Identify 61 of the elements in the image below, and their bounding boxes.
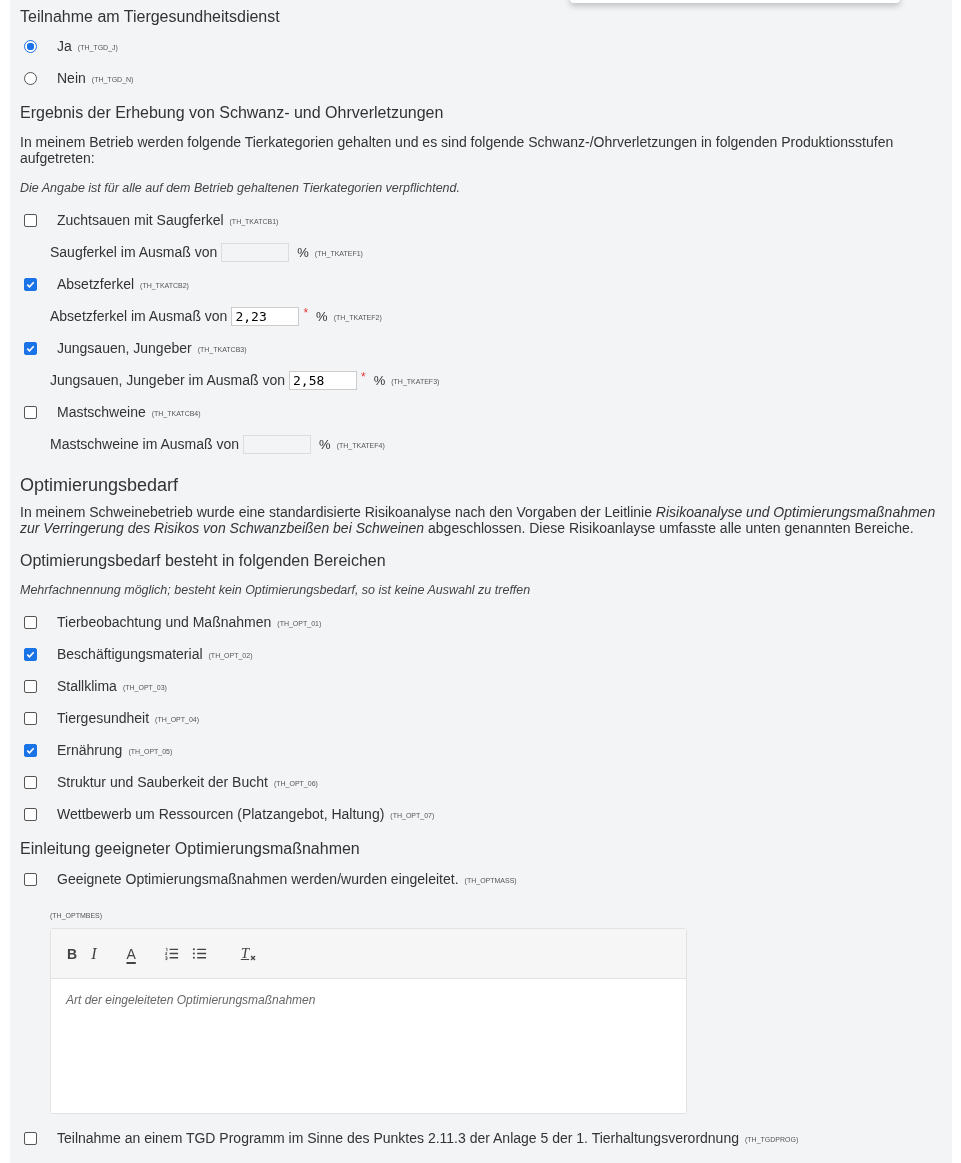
- category-label: Zuchtsauen mit Saugferkel: [57, 212, 224, 228]
- unit-label: %: [373, 372, 386, 388]
- intro-text: In meinem Betrieb werden folgende Tierkategorien gehalten und es sind folgende Schwanz-/Ohrverletzungen in folgenden Produktionsstufen aufgetreten:: [20, 134, 895, 166]
- analysis-text: In meinem Schweinebetrieb wurde eine standardisierte Risikoanalyse nach den Vorgaben der Leitlinie Risikoanalyse und Optimierungsmaßnahmen zur Verringerung des Risikos von Schwanzbeißen bei Schweinen abgeschlossen. Diese Risikoanlayse umfasste alle unten genannten Bereiche.: [20, 504, 937, 536]
- percent-input[interactable]: [243, 434, 312, 454]
- section-heading: Optimierungsbedarf besteht in folgenden Bereichen: [20, 551, 387, 571]
- checkbox[interactable]: [24, 807, 37, 821]
- section-heading: Optimierungsbedarf: [20, 474, 180, 497]
- checkbox[interactable]: [24, 711, 37, 725]
- percent-input[interactable]: [221, 242, 290, 262]
- small-x-icon: [250, 955, 257, 961]
- section-heading: Teilnahme am Tiergesundheitsdienst: [20, 7, 281, 27]
- hint-text: Mehrfachnennung möglich; besteht kein Optimierungsbedarf, so ist keine Auswahl zu treffen: [20, 582, 532, 599]
- amount-label: Jungsauen, Jungeber im Ausmaß von: [50, 372, 286, 388]
- unit-label: %: [316, 308, 328, 324]
- required-mark: *: [303, 306, 309, 320]
- radio-button[interactable]: [24, 39, 37, 53]
- percent-input[interactable]: 2,58: [289, 370, 358, 390]
- checkbox[interactable]: [24, 647, 37, 661]
- checkbox[interactable]: [24, 277, 37, 291]
- clear-format-button[interactable]: T: [240, 945, 257, 962]
- text-color-button[interactable]: A: [126, 945, 136, 962]
- numbered-list-icon[interactable]: [163, 946, 179, 961]
- amount-label: Absetzferkel im Ausmaß von: [50, 308, 228, 324]
- bold-button[interactable]: B: [67, 945, 78, 962]
- checkbox[interactable]: [24, 615, 37, 629]
- option-label: Wettbewerb um Ressourcen (Platzangebot, Haltung): [57, 806, 385, 822]
- option-label: Struktur und Sauberkeit der Bucht: [57, 774, 268, 790]
- italic-button[interactable]: I: [91, 944, 97, 963]
- checkbox[interactable]: [24, 341, 37, 355]
- option-label: Stallklima: [57, 678, 117, 694]
- checkbox[interactable]: [24, 679, 37, 693]
- category-label: Absetzferkel: [57, 276, 135, 292]
- checkbox[interactable]: [24, 1131, 37, 1145]
- percent-input[interactable]: 2,23: [231, 306, 300, 326]
- required-mark: *: [361, 370, 366, 384]
- category-label: Mastschweine: [57, 404, 146, 420]
- option-label: Teilnahme an einem TGD Programm im Sinne des Punktes 2.11.3 der Anlage 5 der 1. Tierhaltungsverordnung: [57, 1130, 739, 1146]
- option-label: Ernährung: [57, 742, 123, 758]
- option-label: Tiergesundheit: [57, 710, 150, 726]
- rich-text-editor[interactable]: B I A T Art der eingeleiteten Optimierungsmaßnahmen: [50, 928, 687, 1114]
- unit-label: %: [319, 436, 331, 452]
- option-label: Nein: [57, 70, 86, 86]
- option-label: Geeignete Optimierungsmaßnahmen werden/wurden eingeleitet.: [57, 871, 459, 887]
- option-label: Beschäftigungsmaterial: [57, 646, 203, 662]
- option-label: Tierbeobachtung und Maßnahmen: [57, 614, 272, 630]
- checkbox[interactable]: [24, 213, 37, 227]
- radio-button[interactable]: [24, 71, 37, 85]
- amount-label: Saugferkel im Ausmaß von: [50, 244, 218, 260]
- checkbox[interactable]: [24, 405, 37, 419]
- category-label: Jungsauen, Jungeber: [57, 340, 192, 356]
- unit-label: %: [297, 244, 309, 260]
- checkbox[interactable]: [24, 775, 37, 789]
- hint-text: Die Angabe ist für alle auf dem Betrieb gehaltenen Tierkategorien verpflichtend.: [20, 180, 461, 197]
- bullet-list-icon[interactable]: [191, 946, 207, 961]
- section-heading: Ergebnis der Erhebung von Schwanz- und Ohrverletzungen: [20, 103, 445, 123]
- section-heading: Einleitung geeigneter Optimierungsmaßnahmen: [20, 839, 361, 859]
- checkbox[interactable]: [24, 743, 37, 757]
- amount-label: Mastschweine im Ausmaß von: [50, 436, 240, 452]
- option-label: Ja: [57, 38, 72, 54]
- checkbox[interactable]: [24, 872, 37, 886]
